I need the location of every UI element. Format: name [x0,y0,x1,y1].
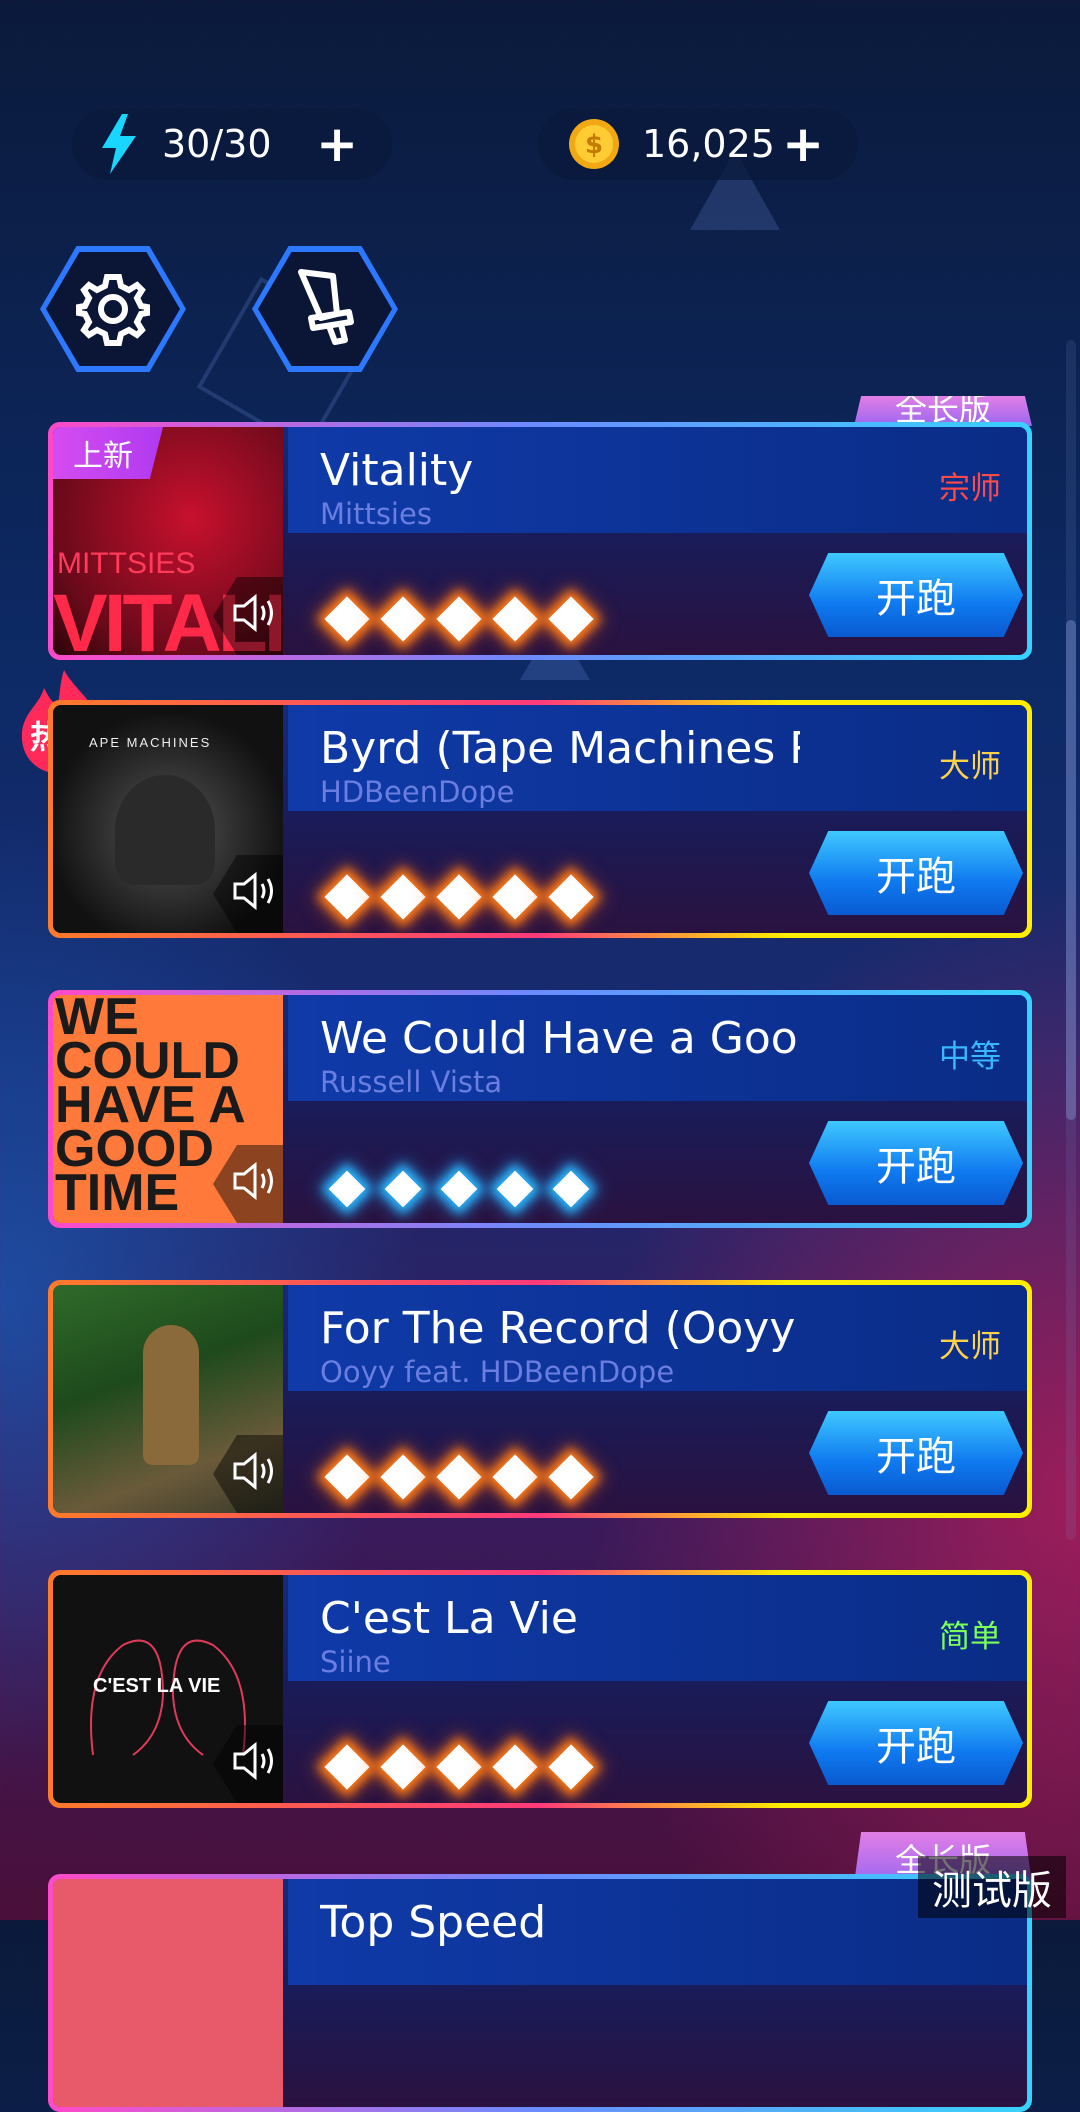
gem-icon [492,874,538,920]
new-tag: 上新 [53,427,163,479]
settings-button[interactable] [40,246,186,372]
coin-value: 16,025 [642,122,775,166]
play-button[interactable]: 开跑 [809,1701,1023,1785]
song-artist: Russell Vista [320,1065,503,1099]
song-artist: Ooyy feat. HDBeenDope [320,1355,675,1389]
song-title: Top Speed [320,1897,547,1948]
song-card-byrd[interactable]: APE MACHINES Byrd (Tape Machines R HDBee… [48,700,1032,938]
song-card-we-could[interactable]: WE COULD HAVE A GOOD TIME We Could Have … [48,990,1032,1228]
gem-icon [552,1170,590,1208]
gem-icon [324,596,370,642]
difficulty-gems [323,1741,595,1793]
gem-icon [492,596,538,642]
song-title: Vitality [320,445,474,496]
album-cover [53,1879,283,2107]
speaker-icon[interactable] [223,1149,283,1213]
song-title: C'est La Vie [320,1593,578,1644]
svg-text:$: $ [585,130,603,160]
gem-icon [492,1454,538,1500]
gem-icon [380,1744,426,1790]
album-cover: APE MACHINES [53,705,283,933]
test-version-label: 测试版 [918,1856,1066,1918]
coin-bar: $ 16,025 + [538,108,858,180]
play-button[interactable]: 开跑 [809,1411,1023,1495]
gem-icon [436,874,482,920]
song-card-for-the-record[interactable]: For The Record (Ooyy I Ooyy feat. HDBeen… [48,1280,1032,1518]
gem-icon [380,874,426,920]
album-cover [53,1285,283,1513]
song-title: Byrd (Tape Machines R [320,723,800,774]
difficulty-gems [323,871,595,923]
difficulty-label: 大师 [939,749,1001,785]
song-artist: Siine [320,1645,391,1679]
speaker-icon[interactable] [223,1729,283,1793]
coin-icon: $ [568,118,620,170]
song-card-top-speed[interactable]: Top Speed [48,1874,1032,2112]
gem-icon [328,1170,366,1208]
song-card-cest-la-vie[interactable]: C'EST LA VIE C'est La Vie Siine 简单 开跑 [48,1570,1032,1808]
song-artist: HDBeenDope [320,775,515,809]
gem-icon [380,1454,426,1500]
play-button[interactable]: 开跑 [809,553,1023,637]
album-cover: WE COULD HAVE A GOOD TIME [53,995,283,1223]
play-button[interactable]: 开跑 [809,1121,1023,1205]
scrollbar[interactable] [1066,340,1076,1540]
difficulty-label: 简单 [939,1619,1001,1655]
gem-icon [436,596,482,642]
sword-icon [287,266,363,352]
difficulty-gems [323,1165,595,1213]
gem-icon [548,874,594,920]
gem-icon [324,1454,370,1500]
gem-icon [436,1744,482,1790]
difficulty-label: 大师 [939,1329,1001,1365]
difficulty-gems [323,593,595,645]
difficulty-gems [323,1451,595,1503]
album-cover: C'EST LA VIE [53,1575,283,1803]
scrollbar-thumb[interactable] [1066,620,1076,1120]
gem-icon [548,596,594,642]
gem-icon [548,1454,594,1500]
speaker-icon[interactable] [223,581,283,645]
cover-text: APE MACHINES [89,735,212,750]
speaker-icon[interactable] [223,859,283,923]
energy-value: 30/30 [162,122,272,166]
speaker-icon[interactable] [223,1439,283,1503]
add-coins-button[interactable]: + [782,115,824,173]
difficulty-label: 宗师 [939,471,1001,507]
cover-text: C'EST LA VIE [93,1675,221,1697]
gem-icon [324,874,370,920]
play-button[interactable]: 开跑 [809,831,1023,915]
gear-icon [75,271,151,347]
song-title: For The Record (Ooyy I [320,1303,800,1354]
cover-text: MITTSIES [57,547,196,580]
gem-icon [496,1170,534,1208]
gem-icon [380,596,426,642]
gem-icon [440,1170,478,1208]
gem-icon [384,1170,422,1208]
add-energy-button[interactable]: + [316,115,358,173]
song-artist: Mittsies [320,497,432,531]
gem-icon [436,1454,482,1500]
album-cover: 上新 MITTSIES VITALIT [53,427,283,655]
difficulty-label: 中等 [939,1039,1001,1075]
song-title: We Could Have a Good [320,1013,800,1064]
gem-icon [548,1744,594,1790]
gem-icon [492,1744,538,1790]
gem-icon [324,1744,370,1790]
lightning-icon [96,114,140,174]
song-card-vitality[interactable]: 上新 MITTSIES VITALIT Vitality Mittsies 宗师… [48,422,1032,660]
energy-bar: 30/30 + [72,108,392,180]
